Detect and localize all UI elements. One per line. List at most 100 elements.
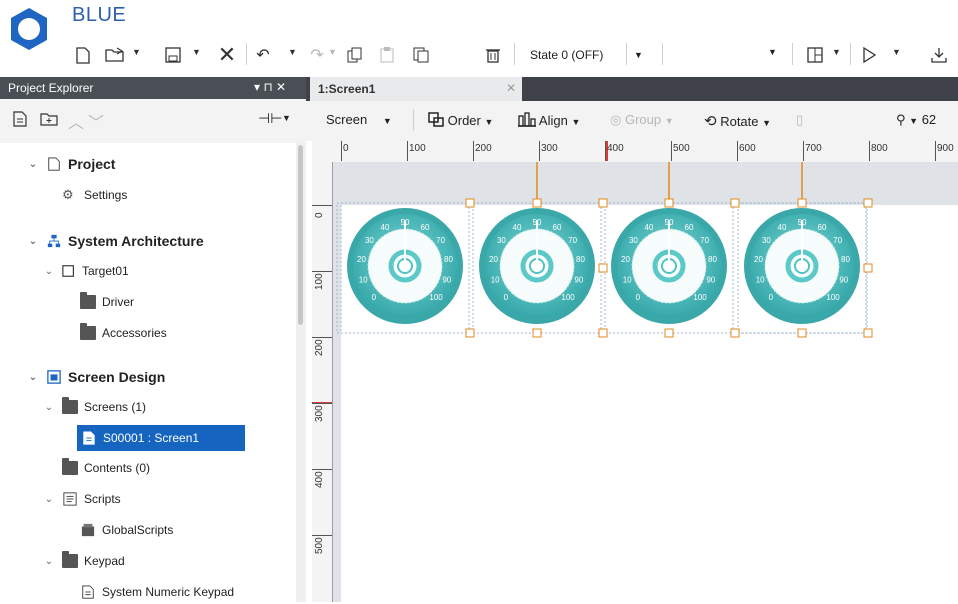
gauge-scale-label: 20	[489, 255, 498, 264]
open-folder-icon[interactable]	[104, 44, 126, 66]
tree-item-screen1[interactable]: S00001 : Screen1	[77, 425, 245, 451]
run-dropdown-caret[interactable]: ▼	[892, 47, 901, 57]
chevron-down-icon[interactable]: ▼	[282, 113, 291, 123]
combo-select[interactable]: ▼	[662, 43, 787, 66]
gauge-widget[interactable]: 0 10 20 30 40 50 60 70 80 90 100	[604, 202, 734, 334]
selection-handle[interactable]	[598, 328, 608, 338]
selection-handle[interactable]	[465, 198, 475, 208]
undo-icon[interactable]: ↶	[252, 44, 274, 66]
order-button[interactable]: Order ▼	[428, 112, 493, 128]
group-button[interactable]: ◎ Group ▼	[610, 112, 674, 128]
trash-icon[interactable]	[482, 44, 504, 66]
tree-item-contents[interactable]: Contents (0)	[62, 456, 150, 480]
save-dropdown-caret[interactable]: ▼	[192, 47, 201, 57]
gauge-scale-label: 90	[839, 276, 848, 285]
gauge-scale-label: 40	[778, 223, 787, 232]
order-label: Order	[447, 113, 481, 128]
align-button[interactable]: Align ▼	[518, 112, 580, 128]
gauge-widget[interactable]: 0 10 20 30 40 50 60 70 80 90 100	[340, 202, 470, 334]
screen-design-icon	[47, 370, 61, 384]
chevron-down-icon[interactable]: ⌄	[42, 402, 56, 413]
explorer-header-controls[interactable]: ▾ ⊓ ✕	[254, 80, 286, 94]
save-icon[interactable]	[162, 44, 184, 66]
tree-item-settings[interactable]: ⚙ Settings	[62, 183, 127, 207]
selection-handle[interactable]	[532, 198, 542, 208]
state-select[interactable]: State 0 (OFF) ▼	[524, 43, 654, 66]
tree-item-scripts[interactable]: ⌄ Scripts	[42, 487, 121, 511]
gauge-scale-label: 20	[621, 255, 630, 264]
move-up-icon[interactable]: ︿	[68, 109, 84, 133]
tree-item-numeric-keypad[interactable]: System Numeric Keypad	[80, 580, 234, 604]
close-icon[interactable]: ✕	[506, 81, 516, 95]
tree-item-target[interactable]: ⌄ Target01	[42, 259, 129, 283]
preview-icon[interactable]: ▯	[796, 112, 803, 128]
chevron-down-icon[interactable]: ⌄	[26, 236, 40, 247]
new-file-icon[interactable]	[72, 44, 94, 66]
run-icon[interactable]	[858, 44, 880, 66]
screen-dropdown[interactable]: Screen ▼	[326, 112, 392, 127]
selection-handle[interactable]	[465, 328, 475, 338]
pin-icon[interactable]: ⊣⊢	[258, 110, 282, 127]
gauge-scale-label: 60	[421, 223, 430, 232]
explorer-scrollbar-thumb[interactable]	[298, 145, 303, 325]
canvas-overlay: 0102030405060708090100 010203040506070809…	[336, 162, 873, 338]
screen-dropdown-label: Screen	[326, 112, 368, 127]
tree-item-screen-design[interactable]: ⌄ Screen Design	[26, 365, 165, 389]
layout-dropdown-caret[interactable]: ▼	[832, 47, 841, 57]
selection-handle[interactable]	[730, 198, 740, 208]
tree-item-screens[interactable]: ⌄ Screens (1)	[42, 395, 146, 419]
paste-icon[interactable]	[376, 44, 398, 66]
selection-handle[interactable]	[863, 198, 873, 208]
redo-icon[interactable]: ↷	[306, 44, 328, 66]
tree-item-accessories[interactable]: Accessories	[80, 321, 167, 345]
duplicate-icon[interactable]	[410, 44, 432, 66]
chevron-down-icon[interactable]: ⌄	[26, 372, 40, 383]
tree-item-driver[interactable]: Driver	[80, 290, 134, 314]
gauge-scale-label: 70	[833, 236, 842, 245]
tree-item-global-scripts[interactable]: GlobalScripts	[80, 518, 173, 542]
open-dropdown-caret[interactable]: ▼	[132, 47, 141, 57]
tree-item-keypad[interactable]: ⌄ Keypad	[42, 549, 125, 573]
redo-dropdown-caret[interactable]: ▼	[328, 47, 337, 57]
move-down-icon[interactable]: ﹀	[88, 109, 104, 133]
rotate-icon: ⟲	[704, 113, 717, 130]
tree-item-system-architecture[interactable]: ⌄ System Architecture	[26, 229, 204, 253]
undo-dropdown-caret[interactable]: ▼	[288, 47, 297, 57]
gauge-scale-label: 0	[769, 293, 774, 302]
tree-label: Driver	[102, 295, 134, 309]
chevron-down-icon: ▼	[762, 118, 772, 128]
gauge-widget[interactable]: 0 10 20 30 40 50 60 70 80 90 100	[472, 202, 602, 334]
gauge-widget[interactable]: 0 10 20 30 40 50 60 70 80 90 100	[737, 202, 867, 334]
download-icon[interactable]	[928, 44, 950, 66]
selection-handle[interactable]	[730, 328, 740, 338]
layout-icon[interactable]	[804, 44, 826, 66]
gauge-scale-label: 30	[762, 236, 771, 245]
selection-handle[interactable]	[664, 328, 674, 338]
ruler-tick	[312, 469, 332, 470]
chevron-down-icon: ▼	[664, 116, 674, 126]
new-item-icon[interactable]	[12, 111, 28, 130]
selection-handle[interactable]	[532, 328, 542, 338]
explorer-toolbar: ︿ ﹀ ⊣⊢ ▼	[0, 99, 306, 143]
selection-handle[interactable]	[863, 328, 873, 338]
chevron-down-icon[interactable]: ⌄	[26, 159, 40, 170]
chevron-down-icon[interactable]: ⌄	[42, 494, 56, 505]
tree-label: Target01	[82, 264, 129, 278]
tab-screen1[interactable]: 1:Screen1 ✕	[310, 77, 522, 101]
copy-icon[interactable]	[344, 44, 366, 66]
selection-handle[interactable]	[664, 198, 674, 208]
new-folder-icon[interactable]	[40, 111, 58, 130]
delete-icon[interactable]: ✕	[216, 42, 238, 67]
chevron-down-icon[interactable]: ⌄	[42, 556, 56, 567]
chevron-down-icon[interactable]: ⌄	[42, 266, 56, 277]
gauge-scale-label: 30	[497, 236, 506, 245]
ruler-tick	[312, 271, 332, 272]
zoom-control[interactable]: ⚲ ▼ 62	[896, 112, 936, 128]
selection-handle[interactable]	[863, 263, 873, 273]
selection-handle[interactable]	[598, 263, 608, 273]
selection-handle[interactable]	[598, 198, 608, 208]
selection-handle[interactable]	[797, 198, 807, 208]
rotate-button[interactable]: ⟲ Rotate ▼	[704, 112, 771, 130]
tree-item-project[interactable]: ⌄ Project	[26, 152, 116, 176]
selection-handle[interactable]	[797, 328, 807, 338]
